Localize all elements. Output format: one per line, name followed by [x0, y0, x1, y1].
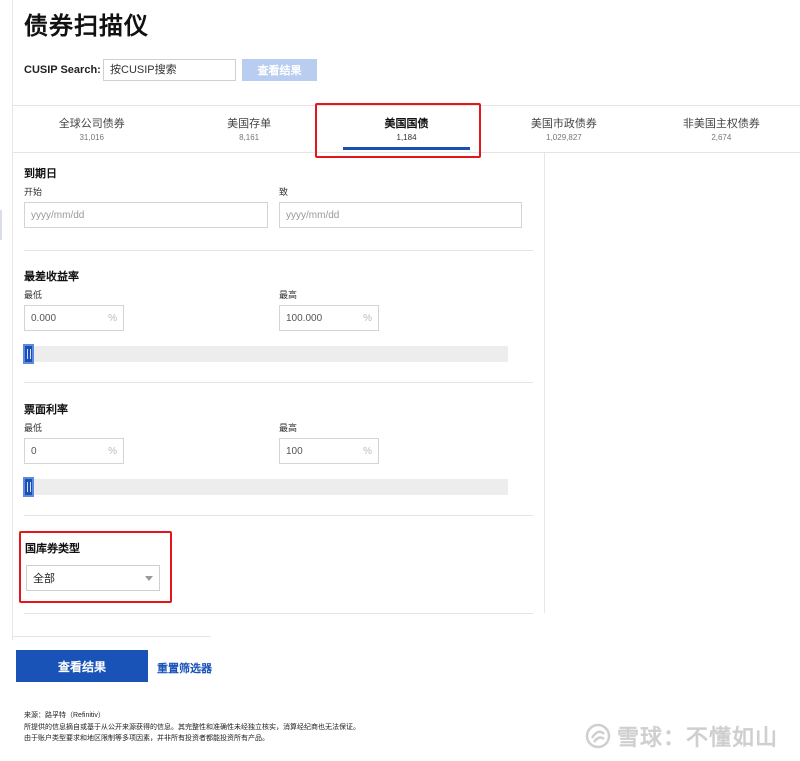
maturity-section-title: 到期日 — [24, 168, 57, 180]
coupon-rate-max-input[interactable]: 100 % — [279, 438, 379, 464]
section-divider — [24, 613, 533, 614]
tab-count: 1,184 — [396, 133, 417, 142]
coupon-rate-min-input[interactable]: 0 % — [24, 438, 124, 464]
coupon-rate-max-value: 100 — [286, 445, 303, 457]
tab-non-us-sovereign[interactable]: 非美国主权债券 2,674 — [643, 106, 800, 152]
tab-count: 31,016 — [79, 133, 104, 142]
coupon-rate-slider-handle[interactable] — [23, 477, 34, 497]
left-edge-tab — [0, 210, 2, 240]
bottom-divider — [13, 636, 211, 637]
chevron-down-icon — [145, 575, 153, 581]
treasury-type-section-title: 国库券类型 — [25, 543, 80, 555]
reset-filters-link[interactable]: 重置筛选器 — [157, 660, 212, 676]
active-tab-underline — [342, 147, 471, 150]
maturity-start-input[interactable] — [24, 202, 268, 228]
bond-category-tabs: 全球公司债券 31,016 美国存单 8,161 美国国债 1,184 美国市政… — [13, 105, 800, 153]
tab-label: 全球公司债券 — [58, 118, 125, 130]
tab-label: 美国市政债券 — [530, 118, 597, 130]
worst-yield-section-title: 最差收益率 — [24, 271, 79, 283]
tab-label: 美国存单 — [227, 118, 272, 130]
worst-yield-max-label: 最高 — [279, 290, 298, 300]
source-note: 来源：路孚特（Refinitiv） — [24, 712, 105, 719]
tab-us-cd[interactable]: 美国存单 8,161 — [170, 106, 327, 152]
worst-yield-max-value: 100.000 — [286, 312, 323, 324]
maturity-start-label: 开始 — [24, 187, 43, 197]
maturity-end-input[interactable] — [279, 202, 522, 228]
tab-label: 美国国债 — [384, 118, 429, 130]
cusip-view-results-button[interactable]: 查看结果 — [242, 59, 317, 81]
worst-yield-slider[interactable] — [23, 344, 508, 364]
cusip-search-label: CUSIP Search: — [24, 64, 101, 76]
tab-us-municipal[interactable]: 美国市政债券 1,029,827 — [485, 106, 642, 152]
coupon-rate-min-label: 最低 — [24, 423, 43, 433]
watermark: 雪球：不懂如山 — [585, 720, 778, 752]
worst-yield-min-label: 最低 — [24, 290, 43, 300]
tab-count: 2,674 — [711, 133, 732, 142]
maturity-end-label: 致 — [279, 187, 289, 197]
percent-unit: % — [108, 445, 117, 457]
disclaimer-line: 所提供的信息摘自或基于从公开来源获得的信息。其完整性和准确性未经独立核实，消算经… — [24, 724, 360, 731]
tab-count: 8,161 — [239, 133, 260, 142]
section-divider — [24, 515, 533, 516]
percent-unit: % — [363, 445, 372, 457]
watermark-text: 雪球：不懂如山 — [617, 725, 779, 750]
coupon-rate-max-label: 最高 — [279, 423, 298, 433]
worst-yield-max-input[interactable]: 100.000 % — [279, 305, 379, 331]
coupon-rate-section-title: 票面利率 — [24, 404, 68, 416]
tab-label: 非美国主权债券 — [682, 118, 760, 130]
tab-us-treasury[interactable]: 美国国债 1,184 — [328, 106, 485, 152]
cusip-search-input[interactable] — [103, 59, 236, 81]
section-divider — [24, 250, 533, 251]
view-results-button[interactable]: 查看结果 — [16, 650, 148, 682]
worst-yield-min-input[interactable]: 0.000 % — [24, 305, 124, 331]
tab-count: 1,029,827 — [546, 133, 582, 142]
section-divider — [24, 382, 533, 383]
percent-unit: % — [363, 312, 372, 324]
page-title: 债券扫描仪 — [24, 13, 149, 40]
disclaimer-line: 由于账户类型要求和地区限制等多项因素，并非所有投资者都能投资所有产品。 — [24, 735, 269, 742]
worst-yield-min-value: 0.000 — [31, 312, 57, 324]
treasury-type-select[interactable]: 全部 — [26, 565, 160, 591]
treasury-type-selected-value: 全部 — [33, 573, 55, 585]
coupon-rate-slider[interactable] — [23, 477, 508, 497]
snowball-logo-icon — [585, 723, 611, 749]
percent-unit: % — [108, 312, 117, 324]
tab-global-corporate[interactable]: 全球公司债券 31,016 — [13, 106, 170, 152]
worst-yield-slider-handle[interactable] — [23, 344, 34, 364]
coupon-rate-min-value: 0 — [31, 445, 37, 457]
